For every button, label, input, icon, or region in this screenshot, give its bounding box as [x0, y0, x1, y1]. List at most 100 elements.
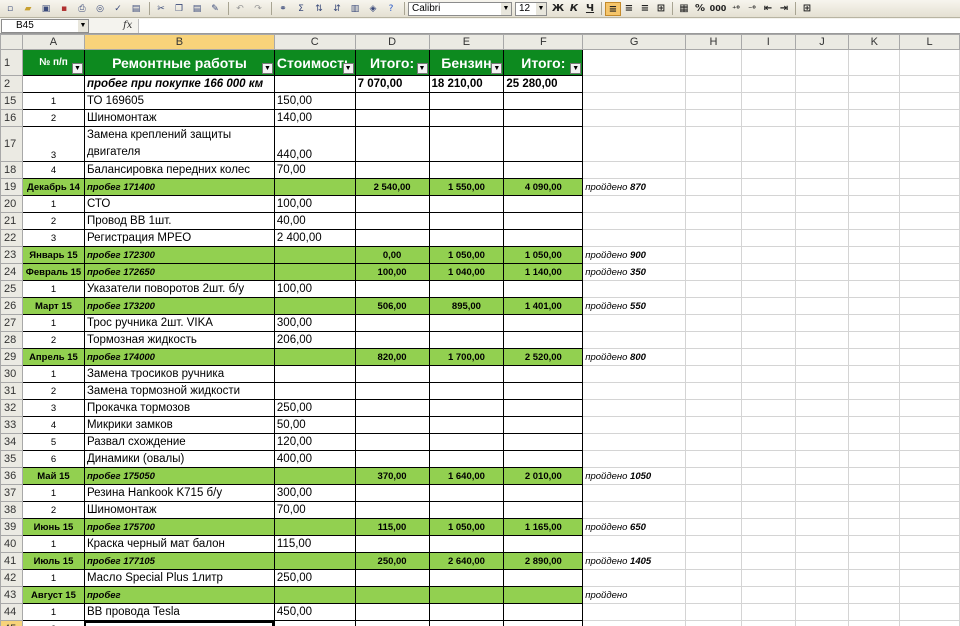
print-preview-icon[interactable]: ◎ — [92, 2, 108, 16]
cell[interactable] — [899, 75, 960, 93]
item-number-cell[interactable]: 2 — [21, 109, 85, 127]
cell[interactable] — [740, 126, 796, 162]
cell[interactable] — [848, 212, 901, 230]
cell[interactable] — [354, 433, 430, 451]
cell[interactable] — [848, 75, 901, 93]
cell[interactable] — [794, 518, 850, 536]
grand-total-cell[interactable]: 1 140,00 — [503, 263, 584, 281]
work-description-cell[interactable]: ТО 169605 — [83, 92, 275, 110]
cell[interactable] — [848, 297, 901, 315]
row-header[interactable]: 25 — [0, 280, 23, 298]
cell[interactable] — [503, 314, 584, 332]
cell[interactable] — [273, 246, 356, 264]
row-header[interactable]: 22 — [0, 229, 23, 247]
distance-note-cell[interactable]: пройдено 550 — [582, 297, 687, 315]
cell[interactable] — [740, 331, 796, 349]
cell[interactable] — [848, 365, 901, 383]
merge-center-icon[interactable]: ⊞ — [653, 2, 669, 16]
font-name-select[interactable]: Calibri ▼ — [408, 1, 512, 16]
cell[interactable] — [794, 399, 850, 417]
cell[interactable] — [685, 603, 742, 621]
work-description-cell[interactable]: Провод ВВ 1шт. — [83, 212, 275, 230]
cell[interactable] — [685, 126, 742, 162]
align-right-icon[interactable]: ≡ — [637, 2, 653, 16]
cell[interactable] — [685, 620, 742, 626]
work-description-cell[interactable]: Развал схождение — [83, 433, 275, 451]
cell[interactable] — [740, 229, 796, 247]
undo-icon[interactable]: ↶ — [232, 2, 248, 16]
cell[interactable] — [354, 365, 430, 383]
header-cost-cell[interactable]: Стоимость ▼ — [273, 49, 356, 76]
month-label-cell[interactable]: Май 15 — [21, 467, 85, 485]
cost-cell[interactable]: 50,00 — [273, 416, 356, 434]
cell[interactable] — [503, 195, 584, 213]
cell[interactable] — [740, 297, 796, 315]
cell[interactable] — [794, 126, 850, 162]
cell[interactable] — [354, 535, 430, 553]
mileage-cell[interactable]: пробег 171400 — [83, 178, 275, 196]
total-cell[interactable]: 7 070,00 — [354, 75, 430, 93]
sort-ascending-icon[interactable]: ⇅ — [311, 2, 327, 16]
item-number-cell[interactable]: 1 — [21, 603, 85, 621]
cost-cell[interactable]: 206,00 — [273, 331, 356, 349]
cell[interactable] — [685, 382, 742, 400]
month-label-cell[interactable]: Декабрь 14 — [21, 178, 85, 196]
cell[interactable] — [582, 603, 687, 621]
row-header[interactable]: 38 — [0, 501, 23, 519]
sort-descending-icon[interactable]: ⇵ — [329, 2, 345, 16]
cell[interactable] — [582, 109, 687, 127]
cell[interactable] — [899, 263, 960, 281]
column-header[interactable]: I — [740, 34, 796, 50]
cell[interactable] — [899, 195, 960, 213]
cell[interactable] — [428, 331, 505, 349]
row-header[interactable]: 27 — [0, 314, 23, 332]
column-header[interactable]: F — [503, 34, 584, 50]
chevron-down-icon[interactable]: ▼ — [536, 2, 546, 15]
cell[interactable] — [273, 263, 356, 281]
cell[interactable] — [740, 195, 796, 213]
cell[interactable] — [848, 416, 901, 434]
cell[interactable] — [794, 314, 850, 332]
column-header[interactable]: D — [354, 34, 430, 50]
cell[interactable] — [685, 569, 742, 587]
work-description-cell[interactable]: Указатели поворотов 2шт. б/у — [83, 280, 275, 298]
row-header[interactable]: 24 — [0, 263, 23, 281]
distance-note-cell[interactable]: пройдено 800 — [582, 348, 687, 366]
cell[interactable] — [794, 348, 850, 366]
cell[interactable] — [794, 263, 850, 281]
cell[interactable] — [848, 569, 901, 587]
item-number-cell[interactable]: 2 — [21, 331, 85, 349]
item-number-cell[interactable]: 3 — [21, 229, 85, 247]
cell[interactable] — [794, 246, 850, 264]
fuel-cell[interactable]: 1 700,00 — [428, 348, 505, 366]
cost-cell[interactable]: 250,00 — [273, 569, 356, 587]
cell[interactable] — [685, 484, 742, 502]
align-left-icon[interactable]: ≡ — [605, 1, 621, 16]
distance-note-cell[interactable]: пройдено 900 — [582, 246, 687, 264]
cell[interactable] — [740, 467, 796, 485]
fuel-cell[interactable]: 895,00 — [428, 297, 505, 315]
cost-cell[interactable]: 300,00 — [273, 484, 356, 502]
cell[interactable] — [428, 92, 505, 110]
cell[interactable] — [899, 331, 960, 349]
cell[interactable] — [685, 535, 742, 553]
header-grand-total-cell[interactable]: Итого: ▼ — [503, 49, 584, 76]
cell[interactable] — [740, 552, 796, 570]
cell[interactable] — [899, 280, 960, 298]
cell[interactable] — [503, 280, 584, 298]
cell[interactable] — [899, 399, 960, 417]
cell[interactable] — [740, 518, 796, 536]
cell[interactable] — [354, 280, 430, 298]
cell[interactable] — [428, 195, 505, 213]
purchase-mileage-cell[interactable]: пробег при покупке 166 000 км — [83, 75, 275, 93]
work-description-cell[interactable]: Прокачка тормозов — [83, 399, 275, 417]
cell[interactable] — [582, 229, 687, 247]
cost-cell[interactable]: 70,00 — [273, 161, 356, 179]
cell[interactable] — [273, 178, 356, 196]
spelling-icon[interactable]: ✓ — [110, 2, 126, 16]
cell[interactable] — [273, 75, 356, 93]
cost-cell[interactable]: 400,00 — [273, 450, 356, 468]
cell[interactable] — [582, 450, 687, 468]
column-header[interactable]: L — [899, 34, 960, 50]
cell[interactable] — [582, 49, 687, 76]
